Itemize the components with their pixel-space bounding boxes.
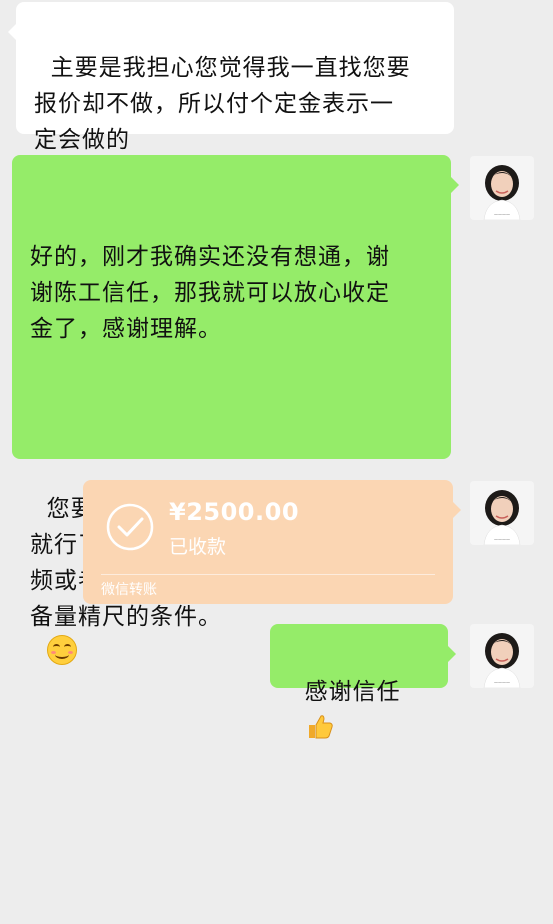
incoming-message-bubble[interactable]: 主要是我担心您觉得我一直找您要 报价却不做，所以付个定金表示一 定会做的 [8,2,454,153]
incoming-message-text: 主要是我担心您觉得我一直找您要 报价却不做，所以付个定金表示一 定会做的 [34,55,411,153]
transfer-amount: ¥2500.00 [169,498,300,526]
transfer-footer-label: 微信转账 [101,582,157,598]
avatar-photo-icon [470,624,534,688]
thumbs-up-icon [308,715,333,739]
check-circle-icon [106,503,154,551]
smiling-face-icon [46,635,77,665]
avatar-photo-icon [470,156,534,220]
avatar-caption: ———— [494,680,510,685]
avatar[interactable]: ———— [470,156,534,220]
transfer-divider [101,574,435,575]
thanks-message-text: 感谢信任 [304,679,401,705]
outgoing-message-bubble[interactable]: 好的，刚才我确实还没有想通，谢 谢陈工信任，那我就可以放心收定 金了，感谢理解。… [12,155,459,665]
avatar-photo-icon [470,481,534,545]
thanks-message-bubble[interactable]: 感谢信任 [270,624,456,739]
avatar-caption: ———— [494,537,510,542]
avatar-caption: ———— [494,212,510,217]
avatar[interactable]: ———— [470,624,534,688]
reply-paragraph-1: 好的，刚才我确实还没有想通，谢 谢陈工信任，那我就可以放心收定 金了，感谢理解。 [30,244,390,342]
transfer-status: 已收款 [169,536,227,558]
wechat-transfer-card[interactable]: ¥2500.00 已收款 微信转账 [83,480,461,604]
avatar[interactable]: ———— [470,481,534,545]
